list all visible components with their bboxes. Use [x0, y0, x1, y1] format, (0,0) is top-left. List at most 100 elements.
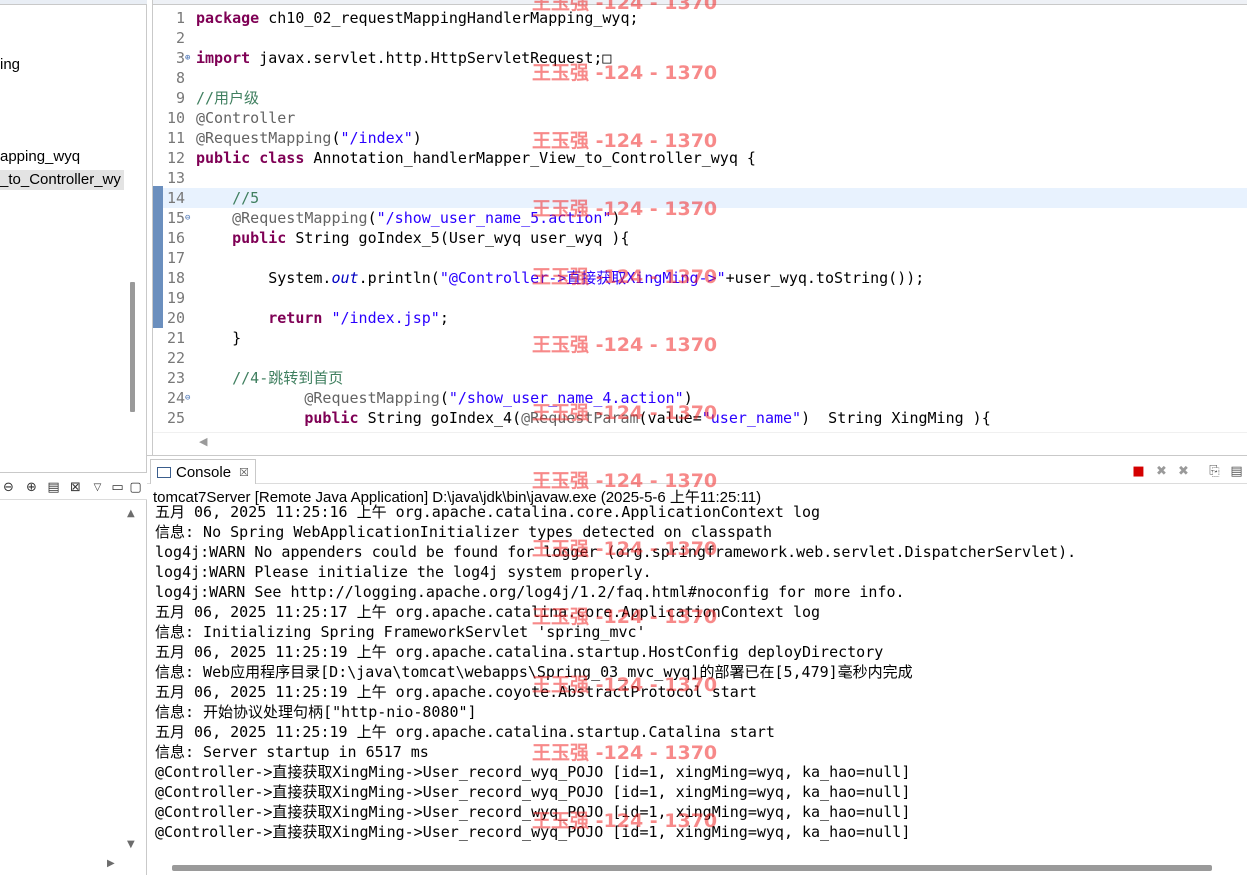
scroll-right-icon[interactable]: ▶ — [107, 858, 115, 869]
explorer-scrollbar[interactable] — [124, 8, 139, 453]
line-number: 9 — [175, 89, 185, 107]
console-line: 信息: Server startup in 6517 ms — [155, 743, 429, 761]
console-view: Console ☒ ■ ✖ ✖ ⎘ ▤ tomcat7Server [Remot… — [147, 455, 1247, 875]
code-line[interactable]: 23 //4-跳转到首页 — [153, 368, 1247, 388]
code-line[interactable]: 21 } — [153, 328, 1247, 348]
console-tabbar: Console ☒ ■ ✖ ✖ ⎘ ▤ — [147, 456, 1247, 484]
line-number: 1 — [175, 9, 185, 27]
display-console-icon[interactable]: ▤ — [1229, 464, 1244, 479]
console-line: @Controller->直接获取XingMing->User_record_w… — [155, 803, 911, 821]
code-text: public String goIndex_4(@RequestParam(va… — [304, 409, 991, 427]
line-number: 25 — [166, 409, 185, 427]
console-line: @Controller->直接获取XingMing->User_record_w… — [155, 763, 911, 781]
tree-item-mapping[interactable]: apping_wyq — [0, 147, 80, 167]
code-text: public class Annotation_handlerMapper_Vi… — [196, 149, 756, 167]
console-line: 五月 06, 2025 11:25:16 上午 org.apache.catal… — [155, 503, 821, 521]
console-tab-label: Console — [176, 463, 232, 481]
minimize-icon[interactable]: ▭ — [110, 480, 125, 495]
remove-all-icon[interactable]: ✖ — [1176, 464, 1191, 479]
fold-toggle-icon[interactable]: ⊕ — [185, 48, 195, 68]
code-text: //4-跳转到首页 — [232, 369, 344, 387]
code-line[interactable]: 24 ⊖ @RequestMapping("/show_user_name_4.a… — [153, 388, 1247, 408]
line-number: 12 — [166, 149, 185, 167]
line-number: 8 — [175, 69, 185, 87]
outline-scrollbar[interactable]: ▲ ▼ — [124, 504, 140, 850]
zoom-out-icon[interactable]: ⊖ — [1, 480, 16, 495]
console-line: 五月 06, 2025 11:25:19 上午 org.apache.coyot… — [155, 683, 757, 701]
maximize-icon[interactable]: ▢ — [128, 480, 143, 495]
code-line[interactable]: 3 ⊕ import javax.servlet.http.HttpServletR… — [153, 48, 1247, 68]
console-line: 信息: Initializing Spring FrameworkServlet… — [155, 623, 646, 641]
console-line: 五月 06, 2025 11:25:17 上午 org.apache.catal… — [155, 603, 821, 621]
code-text: @RequestMapping("/show_user_name_4.actio… — [304, 389, 693, 407]
line-number: 11 — [166, 129, 185, 147]
code-text: @RequestMapping("/show_user_name_5.actio… — [232, 209, 621, 227]
code-line[interactable]: 1 package ch10_02_requestMappingHandlerMa… — [153, 8, 1247, 28]
console-hscrollbar[interactable] — [172, 865, 1212, 871]
console-line: 五月 06, 2025 11:25:19 上午 org.apache.catal… — [155, 643, 884, 661]
tree-item-controller[interactable]: _to_Controller_wy — [0, 170, 124, 190]
scroll-left-icon[interactable]: ◀ — [199, 435, 207, 448]
code-line[interactable]: 12 public class Annotation_handlerMapper_… — [153, 148, 1247, 168]
fold-toggle-icon[interactable]: ⊖ — [185, 388, 195, 408]
outline-panel: ⊖ ⊕ ▤ ⊠ ▽ ▭ ▢ ▲ ▼ ▶ — [0, 472, 147, 875]
code-line[interactable]: 10 @Controller — [153, 108, 1247, 128]
console-line: log4j:WARN See http://logging.apache.org… — [155, 583, 905, 601]
code-text: return "/index.jsp"; — [268, 309, 449, 327]
terminate-icon[interactable]: ■ — [1131, 464, 1146, 479]
code-line[interactable]: 2 — [153, 28, 1247, 48]
close-icon[interactable]: ☒ — [239, 466, 249, 479]
code-line[interactable]: 16 public String goIndex_5(User_wyq user… — [153, 228, 1247, 248]
line-number: 24 — [166, 389, 185, 407]
code-line[interactable]: 25 public String goIndex_4(@RequestParam… — [153, 408, 1247, 428]
code-line[interactable]: 14 //5 — [153, 188, 1247, 208]
fullscreen-icon[interactable]: ⊠ — [68, 480, 83, 495]
console-line: log4j:WARN No appenders could be found f… — [155, 543, 1077, 561]
line-number: 10 — [166, 109, 185, 127]
fold-toggle-icon[interactable]: ⊖ — [185, 208, 195, 228]
code-text: @RequestMapping("/index") — [196, 129, 422, 147]
code-text: import javax.servlet.http.HttpServletReq… — [196, 49, 612, 67]
outline-toolbar: ⊖ ⊕ ▤ ⊠ ▽ ▭ ▢ — [0, 472, 147, 500]
scroll-down-icon[interactable]: ▼ — [127, 839, 135, 850]
fit-icon[interactable]: ▤ — [46, 480, 61, 495]
tree-item-package[interactable]: ing — [0, 55, 20, 75]
zoom-in-icon[interactable]: ⊕ — [24, 480, 39, 495]
code-line[interactable]: 17 — [153, 248, 1247, 268]
code-line[interactable]: 22 — [153, 348, 1247, 368]
code-text: //5 — [232, 189, 260, 207]
code-line[interactable]: 11 @RequestMapping("/index") — [153, 128, 1247, 148]
console-line: log4j:WARN Please initialize the log4j s… — [155, 563, 652, 581]
console-line: 五月 06, 2025 11:25:19 上午 org.apache.catal… — [155, 723, 775, 741]
code-text: package ch10_02_requestMappingHandlerMap… — [196, 9, 639, 27]
line-number: 22 — [166, 349, 185, 367]
code-line[interactable]: 13 — [153, 168, 1247, 188]
line-number: 23 — [166, 369, 185, 387]
code-text: //用户级 — [196, 89, 260, 107]
line-number: 21 — [166, 329, 185, 347]
scroll-up-icon[interactable]: ▲ — [127, 508, 135, 519]
code-editor[interactable]: 1 package ch10_02_requestMappingHandlerMa… — [152, 0, 1247, 455]
pin-console-icon[interactable]: ⎘ — [1207, 464, 1222, 479]
line-number: 3 — [175, 49, 185, 67]
code-line[interactable]: 19 — [153, 288, 1247, 308]
code-text: System.out.println("@Controller->直接获取Xin… — [196, 269, 925, 287]
code-text: @Controller — [196, 109, 296, 127]
code-line[interactable]: 8 — [153, 68, 1247, 88]
remove-launch-icon[interactable]: ✖ — [1154, 464, 1169, 479]
code-line[interactable]: 15 ⊖ @RequestMapping("/show_user_name_5.a… — [153, 208, 1247, 228]
console-line: 信息: No Spring WebApplicationInitializer … — [155, 523, 772, 541]
view-menu-icon[interactable]: ▽ — [90, 480, 105, 495]
code-line[interactable]: 20 return "/index.jsp"; — [153, 308, 1247, 328]
editor-hscrollbar[interactable]: ◀ — [153, 432, 1247, 450]
editor-tabstrip[interactable] — [153, 0, 1247, 5]
console-line: @Controller->直接获取XingMing->User_record_w… — [155, 783, 911, 801]
tab-console[interactable]: Console ☒ — [150, 459, 256, 484]
package-explorer: ing apping_wyq _to_Controller_wy — [0, 0, 147, 472]
code-line[interactable]: 9 //用户级 — [153, 88, 1247, 108]
console-line: 信息: 开始协议处理句柄["http-nio-8080"] — [155, 703, 477, 721]
code-line[interactable]: 18 System.out.println("@Controller->直接获取… — [153, 268, 1247, 288]
explorer-scrollbar-thumb[interactable] — [130, 282, 135, 412]
explorer-tabstrip[interactable] — [0, 0, 147, 5]
console-line: @Controller->直接获取XingMing->User_record_w… — [155, 823, 911, 841]
